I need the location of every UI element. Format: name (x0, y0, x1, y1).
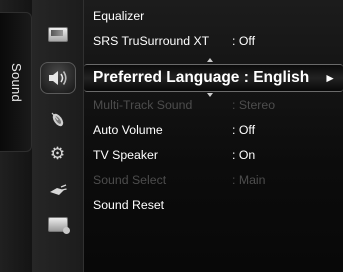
menu-item-label: Sound Select (93, 173, 167, 187)
tab-sound[interactable]: Sound (0, 12, 32, 152)
speaker-icon[interactable] (47, 68, 69, 88)
menu-item-label: Multi-Track Sound (93, 98, 193, 112)
menu-item-value: : Off (232, 123, 256, 137)
support-icon[interactable] (47, 217, 70, 234)
tab-sound-label: Sound (9, 63, 24, 103)
menu-item-label: Sound Reset (93, 198, 165, 212)
menu-item-value: : Off (232, 34, 256, 48)
arrow-right-icon: ► (324, 71, 336, 85)
menu-item-value: : Main (232, 173, 266, 187)
sound-menu-osd: Sound ⚙ Equalizer SRS TruSurround XT: O… (0, 0, 343, 272)
gear-icon[interactable]: ⚙ (50, 145, 65, 163)
scroll-up-icon (207, 58, 213, 62)
menu-item-value: : Stereo (232, 98, 276, 112)
menu-item-label: SRS TruSurround XT (93, 34, 210, 48)
sound-menu-list: Equalizer SRS TruSurround XT : Off Prefe… (84, 0, 343, 272)
picture-icon[interactable] (47, 27, 68, 42)
satellite-dish-icon[interactable] (49, 110, 67, 128)
menu-tab-strip: Sound (0, 0, 32, 272)
menu-item-value: : On (232, 148, 256, 162)
menu-item-label: TV Speaker (93, 148, 158, 162)
menu-item-label: Preferred Language : English (93, 69, 310, 86)
menu-item-preferred-language[interactable]: Preferred Language : English ► (84, 64, 343, 92)
scroll-down-icon (207, 93, 213, 97)
category-icon-column: ⚙ (32, 0, 84, 272)
input-plug-icon[interactable] (49, 183, 67, 199)
menu-item-label: Equalizer (93, 9, 145, 23)
menu-item-label: Auto Volume (93, 123, 163, 137)
